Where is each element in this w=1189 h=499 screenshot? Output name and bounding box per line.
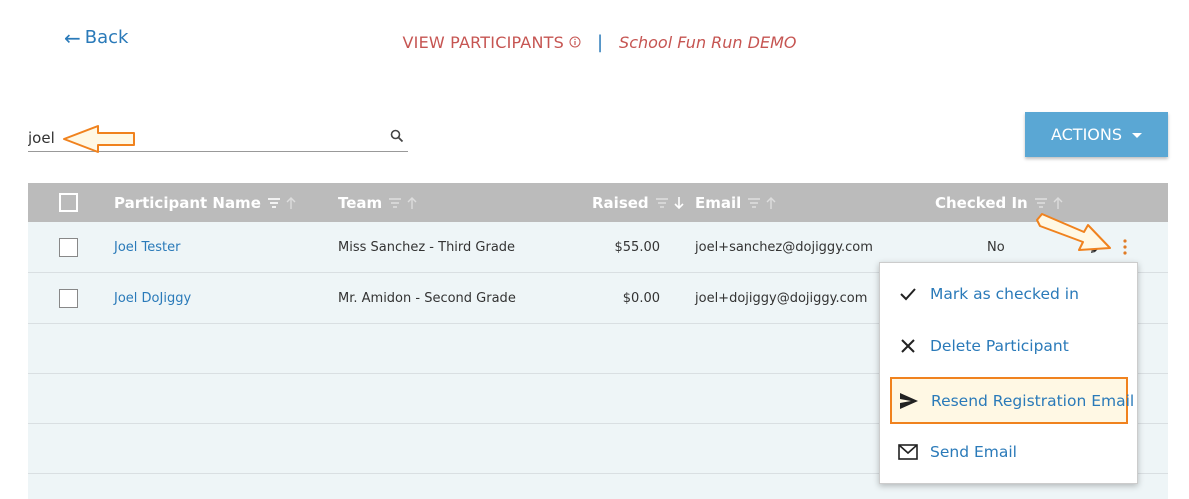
menu-item-label: Mark as checked in: [930, 285, 1079, 303]
actions-button[interactable]: ACTIONS: [1025, 112, 1168, 157]
sort-down-icon[interactable]: [673, 196, 685, 210]
column-header-email[interactable]: Email: [695, 183, 777, 222]
team-cell: Mr. Amidon - Second Grade: [338, 290, 516, 306]
envelope-icon: [898, 442, 918, 462]
team-cell: Miss Sanchez - Third Grade: [338, 239, 516, 255]
menu-item-mark-checked-in[interactable]: Mark as checked in: [880, 268, 1139, 320]
raised-cell: $0.00: [622, 290, 660, 306]
table-header: Participant Name Team Raised Email Check…: [28, 183, 1168, 222]
callout-arrow-icon: [1036, 213, 1111, 251]
sort-up-icon[interactable]: [1052, 196, 1064, 210]
menu-item-delete-participant[interactable]: Delete Participant: [880, 320, 1139, 372]
column-header-participant-name[interactable]: Participant Name: [114, 183, 297, 222]
menu-item-label: Resend Registration Email: [931, 391, 1135, 410]
menu-item-label: Delete Participant: [930, 337, 1069, 355]
page-title-group: VIEW PARTICIPANTS: [393, 33, 581, 52]
row-checkbox[interactable]: [59, 288, 78, 308]
caret-down-icon: [1132, 133, 1143, 138]
sort-up-icon[interactable]: [765, 196, 777, 210]
row-actions-menu: Mark as checked in Delete Participant Re…: [879, 262, 1138, 484]
filter-icon[interactable]: [655, 197, 669, 209]
filter-icon[interactable]: [747, 197, 761, 209]
filter-icon[interactable]: [388, 197, 402, 209]
close-icon: [898, 336, 918, 356]
menu-item-send-email[interactable]: Send Email: [880, 426, 1139, 478]
search-icon[interactable]: [390, 128, 404, 147]
filter-icon[interactable]: [1034, 197, 1048, 209]
event-name: School Fun Run DEMO: [619, 33, 797, 52]
column-label: Participant Name: [114, 193, 261, 212]
select-all-cell: [59, 183, 78, 222]
actions-label: ACTIONS: [1050, 125, 1123, 144]
sort-up-icon[interactable]: [406, 196, 418, 210]
page-title: VIEW PARTICIPANTS: [402, 33, 564, 52]
row-select-cell: [59, 222, 78, 272]
info-icon[interactable]: [569, 33, 581, 52]
filter-icon[interactable]: [267, 197, 281, 209]
email-cell: joel+sanchez@dojiggy.com: [695, 239, 873, 255]
check-icon: [898, 284, 918, 304]
participant-name-link[interactable]: Joel DoJiggy: [114, 273, 191, 323]
column-label: Email: [695, 193, 742, 212]
email-cell: joel+dojiggy@dojiggy.com: [695, 290, 868, 306]
column-header-team[interactable]: Team: [338, 183, 418, 222]
sort-up-icon[interactable]: [285, 196, 297, 210]
page-header: VIEW PARTICIPANTS | School Fun Run DEMO: [0, 32, 1189, 53]
header-separator: |: [596, 32, 604, 53]
menu-item-resend-registration-email[interactable]: Resend Registration Email: [890, 377, 1134, 424]
participant-name-link[interactable]: Joel Tester: [114, 222, 180, 272]
callout-arrow-icon: [63, 125, 135, 153]
column-label: Team: [338, 193, 383, 212]
raised-cell: $55.00: [614, 239, 661, 255]
column-header-raised[interactable]: Raised: [592, 183, 685, 222]
column-label: Raised: [592, 193, 649, 212]
send-icon: [899, 391, 919, 411]
select-all-checkbox[interactable]: [59, 193, 78, 212]
row-checkbox[interactable]: [59, 237, 78, 257]
row-select-cell: [59, 273, 78, 323]
column-label: Checked In: [935, 193, 1028, 212]
menu-item-label: Send Email: [930, 443, 1017, 461]
